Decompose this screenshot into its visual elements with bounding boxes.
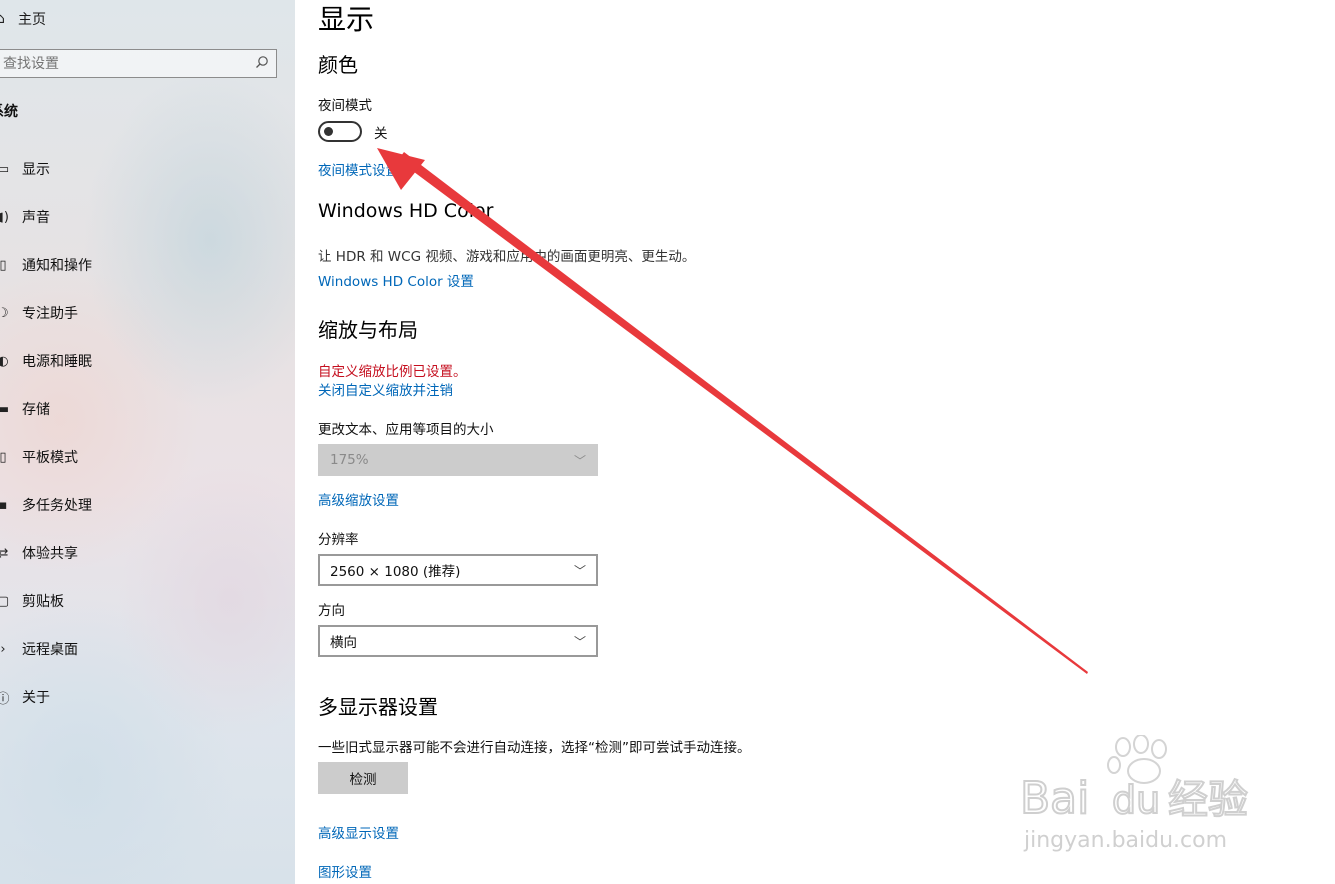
color-heading: 颜色 <box>318 53 358 77</box>
sidebar-item-label: 远程桌面 <box>22 642 78 658</box>
nav-home-label: 主页 <box>18 12 46 28</box>
svg-text:du: du <box>1112 778 1160 822</box>
search-settings-box[interactable] <box>0 49 277 78</box>
home-icon: ⌂ <box>0 11 5 27</box>
detect-button[interactable]: 检测 <box>318 762 408 794</box>
nav-home[interactable]: ⌂ 主页 <box>0 8 46 30</box>
storage-icon: ▬ <box>0 401 10 417</box>
baidu-jingyan-watermark: Bai du 经验 jingyan.baidu.com <box>1020 735 1249 853</box>
night-mode-label: 夜间模式 <box>318 98 372 114</box>
night-mode-settings-link[interactable]: 夜间模式设置 <box>318 159 399 179</box>
sidebar-item-sound[interactable]: ◖) 声音 <box>0 193 295 241</box>
chevron-down-icon: ﹀ <box>573 563 586 578</box>
sidebar-item-about[interactable]: ⓘ 关于 <box>0 673 295 721</box>
info-icon: ⓘ <box>0 691 10 707</box>
sidebar-item-remote-desktop[interactable]: › 远程桌面 <box>0 625 295 673</box>
chevron-down-icon: ﹀ <box>573 453 586 468</box>
sidebar-nav: ▭ 显示 ◖) 声音 ▯ 通知和操作 ☽ 专注助手 ◐ 电源和睡眠 ▬ 存储 ▯… <box>0 145 295 721</box>
hdr-description: 让 HDR 和 WCG 视频、游戏和应用中的画面更明亮、更生动。 <box>318 249 696 265</box>
scale-dropdown: 175% ﹀ <box>318 444 598 476</box>
night-mode-toggle[interactable] <box>318 121 362 142</box>
multitask-icon: ▪ <box>0 497 8 513</box>
sidebar-item-display[interactable]: ▭ 显示 <box>0 145 295 193</box>
sidebar-item-label: 体验共享 <box>22 546 78 562</box>
hdr-heading: Windows HD Color <box>318 200 494 222</box>
sidebar-item-label: 存储 <box>22 402 50 418</box>
sidebar-item-label: 电源和睡眠 <box>22 354 92 370</box>
watermark-url: jingyan.baidu.com <box>1023 828 1227 853</box>
sidebar-item-storage[interactable]: ▬ 存储 <box>0 385 295 433</box>
sidebar-item-label: 声音 <box>22 210 50 226</box>
night-mode-toggle-row: 关 <box>318 121 388 142</box>
power-icon: ◐ <box>0 353 9 369</box>
graphics-settings-link[interactable]: 图形设置 <box>318 861 372 881</box>
remote-icon: › <box>0 641 6 657</box>
orientation-label: 方向 <box>318 603 345 619</box>
sidebar-item-focus-assist[interactable]: ☽ 专注助手 <box>0 289 295 337</box>
sidebar-item-label: 关于 <box>22 690 50 706</box>
svg-text:经验: 经验 <box>1168 777 1248 823</box>
sidebar-item-label: 专注助手 <box>22 306 78 322</box>
svg-text:Bai: Bai <box>1020 773 1089 824</box>
sidebar-item-label: 多任务处理 <box>22 498 92 514</box>
resolution-label: 分辨率 <box>318 532 359 548</box>
text-size-label: 更改文本、应用等项目的大小 <box>318 422 494 438</box>
sidebar-item-tablet[interactable]: ▯ 平板模式 <box>0 433 295 481</box>
tablet-icon: ▯ <box>0 449 7 465</box>
settings-sidebar: ⌂ 主页 系统 ▭ 显示 ◖) 声音 ▯ 通知和操作 ☽ 专注助手 ◐ 电源和睡… <box>0 0 295 884</box>
sidebar-item-clipboard[interactable]: ▢ 剪贴板 <box>0 577 295 625</box>
night-mode-state: 关 <box>374 125 388 142</box>
advanced-display-link[interactable]: 高级显示设置 <box>318 822 399 842</box>
resolution-value: 2560 × 1080 (推荐) <box>330 564 461 580</box>
toggle-knob <box>324 127 333 136</box>
sidebar-item-label: 平板模式 <box>22 450 78 466</box>
hdr-settings-link[interactable]: Windows HD Color 设置 <box>318 270 474 290</box>
multi-display-description: 一些旧式显示器可能不会进行自动连接，选择“检测”即可尝试手动连接。 <box>318 740 751 756</box>
resolution-dropdown[interactable]: 2560 × 1080 (推荐) ﹀ <box>318 554 598 586</box>
sidebar-item-label: 通知和操作 <box>22 258 92 274</box>
moon-icon: ☽ <box>0 305 9 321</box>
sidebar-item-power[interactable]: ◐ 电源和睡眠 <box>0 337 295 385</box>
section-title-system: 系统 <box>0 104 18 120</box>
multi-display-heading: 多显示器设置 <box>318 695 438 719</box>
speaker-icon: ◖) <box>0 209 9 225</box>
share-icon: ⇄ <box>0 545 9 561</box>
search-icon[interactable] <box>248 55 276 73</box>
chevron-down-icon: ﹀ <box>573 634 586 649</box>
custom-scale-warning: 自定义缩放比例已设置。 <box>318 364 467 380</box>
sidebar-item-label: 剪贴板 <box>22 594 64 610</box>
orientation-value: 横向 <box>330 635 357 651</box>
orientation-dropdown[interactable]: 横向 ﹀ <box>318 625 598 657</box>
advanced-scaling-link[interactable]: 高级缩放设置 <box>318 489 399 509</box>
signout-custom-scale-link[interactable]: 关闭自定义缩放并注销 <box>318 379 453 399</box>
notification-icon: ▯ <box>0 257 7 273</box>
sidebar-item-shared-experiences[interactable]: ⇄ 体验共享 <box>0 529 295 577</box>
scale-value: 175% <box>330 452 369 468</box>
clipboard-icon: ▢ <box>0 593 10 609</box>
scale-layout-heading: 缩放与布局 <box>318 318 418 342</box>
monitor-icon: ▭ <box>0 161 10 177</box>
search-input[interactable] <box>0 49 248 78</box>
page-title: 显示 <box>318 3 375 36</box>
sidebar-item-notifications[interactable]: ▯ 通知和操作 <box>0 241 295 289</box>
sidebar-item-multitasking[interactable]: ▪ 多任务处理 <box>0 481 295 529</box>
sidebar-item-label: 显示 <box>22 162 50 178</box>
